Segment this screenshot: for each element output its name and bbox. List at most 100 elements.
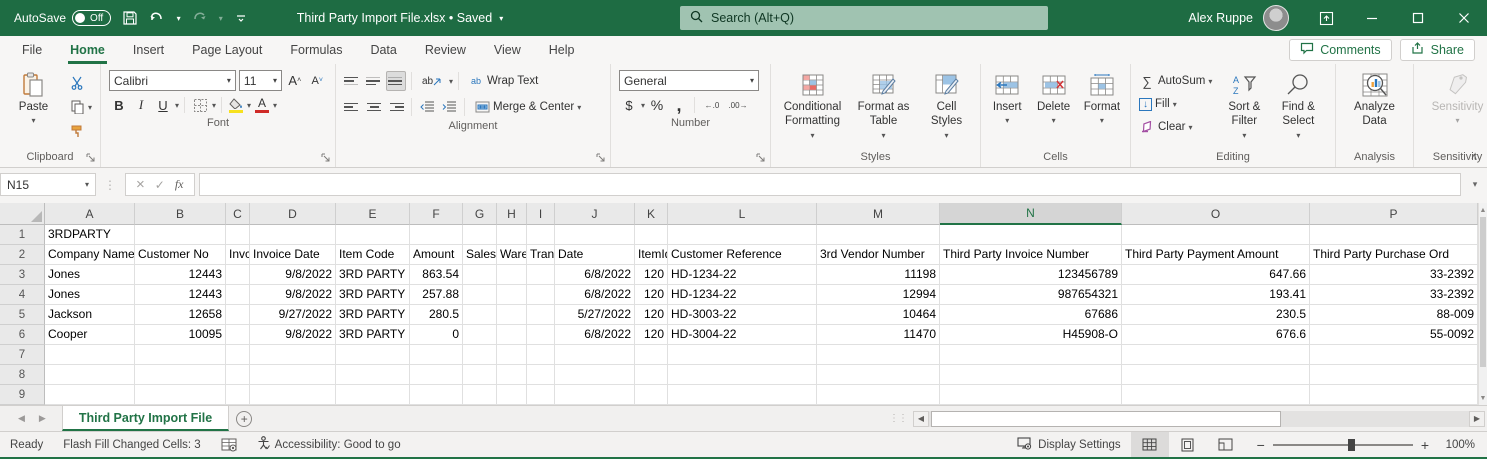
clear-button[interactable]: Clear ▾ [1135,116,1216,138]
font-color-button[interactable]: A [253,97,271,113]
cell-G5[interactable] [463,305,497,325]
autosum-button[interactable]: ∑ AutoSum ▾ [1135,70,1216,92]
fill-color-dropdown-icon[interactable]: ▾ [247,101,251,110]
cell-M4[interactable]: 12994 [817,285,940,305]
cell-D4[interactable]: 9/8/2022 [250,285,336,305]
cell-E4[interactable]: 3RD PARTY [336,285,410,305]
cell-O9[interactable] [1122,385,1310,405]
cell-L1[interactable] [668,225,817,245]
cell-E7[interactable] [336,345,410,365]
delete-cells-button[interactable]: Delete ▾ [1031,68,1075,128]
number-dialog-launcher-icon[interactable] [756,152,768,164]
cell-D5[interactable]: 9/27/2022 [250,305,336,325]
cell-O7[interactable] [1122,345,1310,365]
tab-help[interactable]: Help [535,36,589,64]
collapse-ribbon-icon[interactable]: ˄ [1471,152,1477,163]
number-format-select[interactable]: General ▾ [619,70,759,91]
tab-data[interactable]: Data [356,36,410,64]
cell-C6[interactable] [226,325,250,345]
paste-dropdown-icon[interactable]: ▾ [31,116,35,126]
tab-formulas[interactable]: Formulas [276,36,356,64]
merge-center-dropdown-icon[interactable]: ▾ [577,103,581,112]
cell-B8[interactable] [135,365,226,385]
sheet-tab-active[interactable]: Third Party Import File [61,406,230,431]
tab-view[interactable]: View [480,36,535,64]
cell-E6[interactable]: 3RD PARTY [336,325,410,345]
column-header-B[interactable]: B [135,203,226,225]
cell-styles-button[interactable]: Cell Styles ▾ [918,68,976,143]
copy-button[interactable]: ▾ [65,96,96,118]
cell-A3[interactable]: Jones [45,265,135,285]
ribbon-display-options-icon[interactable] [1303,0,1349,36]
cell-P5[interactable]: 88-009 [1310,305,1478,325]
cell-K7[interactable] [635,345,668,365]
cell-B1[interactable] [135,225,226,245]
vertical-scroll-thumb[interactable] [1480,217,1486,367]
cell-N3[interactable]: 123456789 [940,265,1122,285]
cell-G6[interactable] [463,325,497,345]
autosum-dropdown-icon[interactable]: ▾ [1208,77,1212,86]
cell-I6[interactable] [527,325,555,345]
tab-review[interactable]: Review [411,36,480,64]
horizontal-scrollbar[interactable] [929,410,1469,427]
column-header-M[interactable]: M [817,203,940,225]
zoom-slider[interactable] [1272,438,1413,451]
sort-filter-button[interactable]: AZ Sort & Filter ▾ [1218,68,1270,143]
cell-P4[interactable]: 33-2392 [1310,285,1478,305]
cell-L4[interactable]: HD-1234-22 [668,285,817,305]
insert-cells-button[interactable]: Insert ▾ [985,68,1029,128]
font-dialog-launcher-icon[interactable] [321,152,333,164]
cell-K6[interactable]: 120 [635,325,668,345]
wrap-text-button[interactable]: ab Wrap Text [464,70,542,92]
row-header-6[interactable]: 6 [0,325,45,345]
cell-I3[interactable] [527,265,555,285]
account-button[interactable]: Alex Ruppe [1188,5,1289,31]
sort-filter-dropdown-icon[interactable]: ▾ [1242,131,1246,141]
formula-input[interactable] [198,173,1461,196]
cell-P9[interactable] [1310,385,1478,405]
percent-button[interactable]: % [647,95,667,115]
cell-E1[interactable] [336,225,410,245]
cell-D9[interactable] [250,385,336,405]
cell-B4[interactable]: 12443 [135,285,226,305]
cancel-formula-icon[interactable]: × [136,176,145,193]
column-header-G[interactable]: G [463,203,497,225]
cell-N1[interactable] [940,225,1122,245]
cell-C2[interactable]: Invc [226,245,250,265]
cell-F1[interactable] [410,225,463,245]
format-as-table-dropdown-icon[interactable]: ▾ [881,131,885,141]
cell-O2[interactable]: Third Party Payment Amount [1122,245,1310,265]
cell-J1[interactable] [555,225,635,245]
alignment-dialog-launcher-icon[interactable] [596,152,608,164]
comma-style-button[interactable]: , [669,95,689,115]
cell-L6[interactable]: HD-3004-22 [668,325,817,345]
row-header-4[interactable]: 4 [0,285,45,305]
cell-C4[interactable] [226,285,250,305]
cell-J6[interactable]: 6/8/2022 [555,325,635,345]
cell-J3[interactable]: 6/8/2022 [555,265,635,285]
cell-P6[interactable]: 55-0092 [1310,325,1478,345]
find-select-dropdown-icon[interactable]: ▾ [1296,131,1300,141]
scroll-left-icon[interactable]: ◀ [913,410,929,427]
analyze-data-button[interactable]: Analyze Data [1343,68,1407,131]
decrease-decimal-button[interactable]: .00→ [726,95,750,115]
cell-C9[interactable] [226,385,250,405]
cell-K8[interactable] [635,365,668,385]
cell-H6[interactable] [497,325,527,345]
cell-H1[interactable] [497,225,527,245]
cell-N7[interactable] [940,345,1122,365]
cell-L2[interactable]: Customer Reference [668,245,817,265]
insert-function-icon[interactable]: fx [175,177,184,192]
cell-C1[interactable] [226,225,250,245]
row-header-2[interactable]: 2 [0,245,45,265]
cell-J2[interactable]: Date [555,245,635,265]
cell-D7[interactable] [250,345,336,365]
cell-K5[interactable]: 120 [635,305,668,325]
clipboard-dialog-launcher-icon[interactable] [86,152,98,164]
cell-L7[interactable] [668,345,817,365]
currency-button[interactable]: $ [619,95,639,115]
cell-H8[interactable] [497,365,527,385]
page-break-preview-button[interactable] [1207,432,1245,457]
display-settings-button[interactable]: Display Settings [1007,432,1130,457]
cell-C5[interactable] [226,305,250,325]
